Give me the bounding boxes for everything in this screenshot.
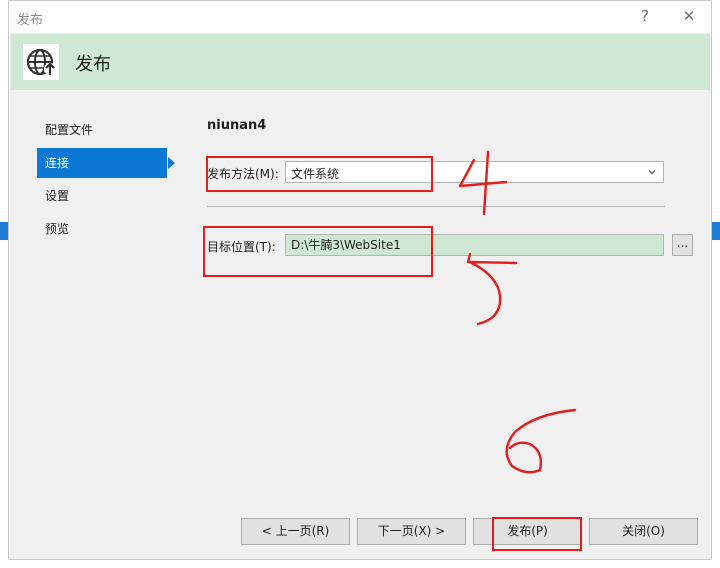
handwritten-4 [458, 150, 508, 216]
handwritten-5 [466, 252, 518, 326]
handwritten-6 [505, 408, 577, 474]
handwritten-annotations [458, 150, 577, 474]
